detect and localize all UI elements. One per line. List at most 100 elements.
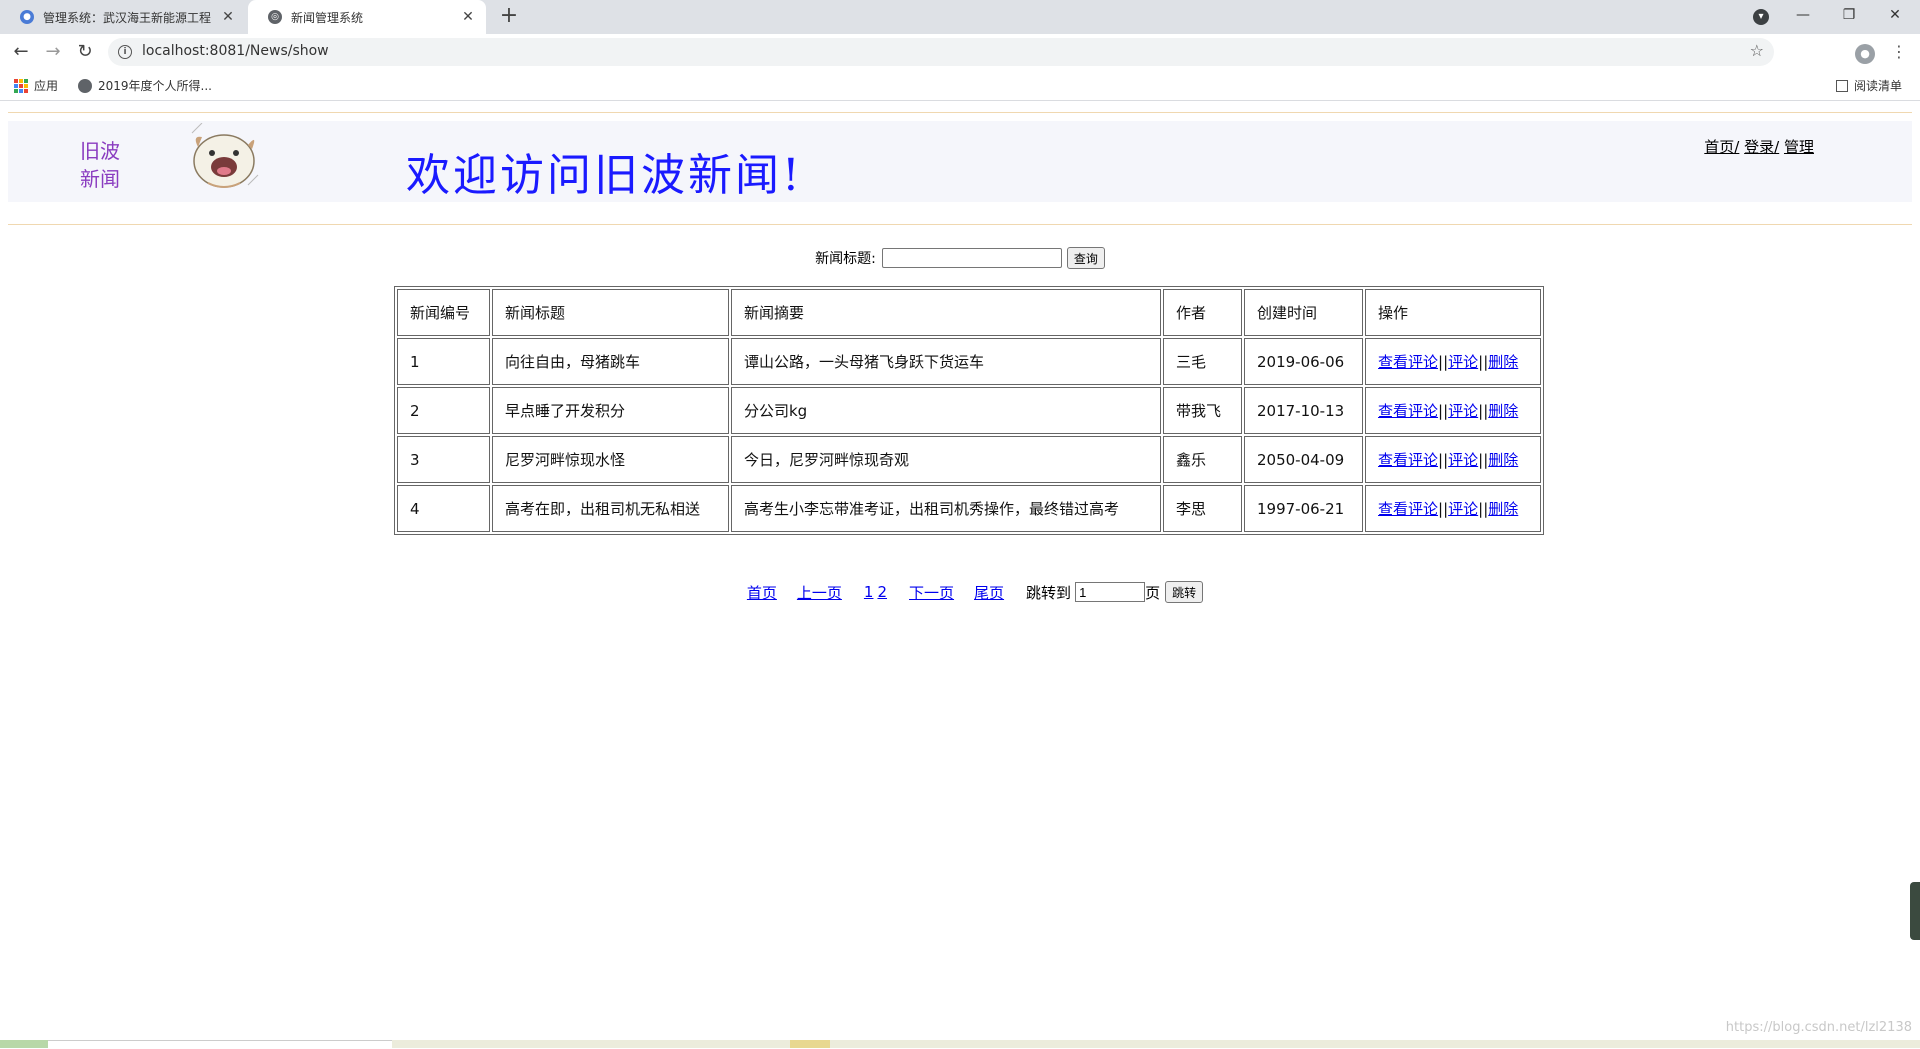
comment-link[interactable]: 评论	[1448, 451, 1478, 469]
column-header: 新闻编号	[397, 289, 490, 336]
search-input[interactable]	[881, 248, 1062, 268]
cell-author: 带我飞	[1163, 387, 1242, 434]
first-page-link[interactable]: 首页	[747, 582, 777, 603]
action-separator: ||	[1478, 402, 1489, 420]
tab-news-system[interactable]: ◎ 新闻管理系统 ✕	[248, 0, 486, 34]
bookmark-star-icon[interactable]: ☆	[1750, 41, 1764, 60]
side-panel-handle[interactable]	[1910, 882, 1920, 940]
cell-id: 4	[397, 485, 490, 532]
taskbar-item[interactable]	[790, 1040, 830, 1048]
column-header: 创建时间	[1244, 289, 1363, 336]
os-taskbar	[0, 1040, 1920, 1049]
close-icon[interactable]: ✕	[460, 9, 476, 25]
site-header: 旧波 新闻 欢迎访问旧波新闻! 首页/ 登录/ 管理	[8, 121, 1912, 202]
cell-created: 2050-04-09	[1244, 436, 1363, 483]
pagination: 首页 上一页 12 下一页 尾页 跳转到 页 跳转	[0, 581, 1920, 603]
prev-page-link[interactable]: 上一页	[797, 582, 842, 603]
taskbar-item[interactable]	[0, 1040, 48, 1048]
view-comments-link[interactable]: 查看评论	[1378, 402, 1438, 420]
site-logo-text: 旧波 新闻	[70, 137, 130, 193]
address-bar[interactable]: i localhost:8081/News/show ☆	[108, 38, 1774, 66]
menu-kebab-icon[interactable]: ⋮	[1886, 39, 1912, 65]
comment-link[interactable]: 评论	[1448, 402, 1478, 420]
welcome-banner: 欢迎访问旧波新闻!	[406, 150, 803, 201]
cell-id: 2	[397, 387, 490, 434]
page-jump-input[interactable]	[1075, 582, 1146, 602]
view-comments-link[interactable]: 查看评论	[1378, 353, 1438, 371]
action-separator: ||	[1478, 500, 1489, 518]
nav-login-link[interactable]: 登录/	[1744, 138, 1779, 156]
news-table: 新闻编号 新闻标题 新闻摘要 作者 创建时间 操作 1 向往自由，母猪跳车 谭山…	[394, 286, 1544, 535]
action-separator: ||	[1478, 353, 1489, 371]
close-window-button[interactable]: ✕	[1872, 0, 1918, 34]
column-header: 操作	[1365, 289, 1541, 336]
logo-line: 新闻	[80, 167, 120, 191]
cell-actions: 查看评论||评论||删除	[1365, 387, 1541, 434]
close-icon[interactable]: ✕	[220, 9, 236, 25]
table-row: 2 早点睡了开发积分 分公司kg 带我飞 2017-10-13 查看评论||评论…	[397, 387, 1541, 434]
action-separator: ||	[1438, 451, 1449, 469]
new-tab-button[interactable]: +	[496, 4, 522, 30]
url-text: localhost:8081/News/show	[142, 43, 329, 59]
logo-line: 旧波	[80, 139, 120, 163]
cell-created: 2017-10-13	[1244, 387, 1363, 434]
search-button[interactable]: 查询	[1066, 247, 1105, 269]
cell-summary: 分公司kg	[731, 387, 1161, 434]
search-bar: 新闻标题: 查询	[0, 247, 1920, 269]
top-nav: 首页/ 登录/ 管理	[1704, 136, 1814, 157]
delete-link[interactable]: 删除	[1488, 353, 1518, 371]
action-separator: ||	[1478, 451, 1489, 469]
cell-summary: 谭山公路，一头母猪飞身跃下货运车	[731, 338, 1161, 385]
bookmark-tax[interactable]: 2019年度个人所得...	[78, 77, 212, 94]
minimize-button[interactable]: —	[1780, 0, 1826, 34]
cell-id: 1	[397, 338, 490, 385]
comment-link[interactable]: 评论	[1448, 500, 1478, 518]
divider	[8, 224, 1912, 225]
jump-button[interactable]: 跳转	[1165, 581, 1204, 603]
restore-button[interactable]: ❐	[1826, 0, 1872, 34]
nav-admin-link[interactable]: 管理	[1784, 138, 1814, 156]
globe-icon: ◎	[268, 10, 282, 24]
site-favicon-icon: ●	[20, 10, 34, 24]
view-comments-link[interactable]: 查看评论	[1378, 451, 1438, 469]
bookmark-label: 2019年度个人所得...	[98, 79, 212, 93]
cell-summary: 高考生小李忘带准考证，出租司机秀操作，最终错过高考	[731, 485, 1161, 532]
next-page-link[interactable]: 下一页	[909, 582, 954, 603]
action-separator: ||	[1438, 353, 1449, 371]
bookmark-label: 应用	[34, 79, 59, 93]
poro-mascot-image	[191, 123, 259, 188]
apps-icon	[14, 78, 28, 93]
cell-title: 尼罗河畔惊现水怪	[492, 436, 729, 483]
delete-link[interactable]: 删除	[1488, 402, 1518, 420]
back-arrow-icon[interactable]: ←	[8, 39, 34, 65]
cell-summary: 今日，尼罗河畔惊现奇观	[731, 436, 1161, 483]
cell-author: 李思	[1163, 485, 1242, 532]
delete-link[interactable]: 删除	[1488, 451, 1518, 469]
tab-search-button[interactable]: ▾	[1746, 0, 1776, 34]
page-numbers: 12	[862, 583, 889, 601]
bookmark-apps[interactable]: 应用	[14, 77, 58, 94]
divider	[8, 112, 1912, 113]
cell-created: 2019-06-06	[1244, 338, 1363, 385]
table-row: 3 尼罗河畔惊现水怪 今日，尼罗河畔惊现奇观 鑫乐 2050-04-09 查看评…	[397, 436, 1541, 483]
profile-avatar[interactable]: ●	[1852, 39, 1878, 65]
action-separator: ||	[1438, 500, 1449, 518]
forward-arrow-icon[interactable]: →	[40, 39, 66, 65]
tab-admin-system[interactable]: ● 管理系统：武汉海王新能源工程 ✕	[0, 0, 246, 34]
tab-title: 新闻管理系统	[291, 10, 364, 25]
delete-link[interactable]: 删除	[1488, 500, 1518, 518]
view-comments-link[interactable]: 查看评论	[1378, 500, 1438, 518]
reload-icon[interactable]: ↻	[72, 39, 98, 65]
page-number-link[interactable]: 1	[864, 583, 874, 601]
info-icon[interactable]: i	[118, 45, 132, 59]
reading-list-button[interactable]: 阅读清单	[1836, 77, 1902, 94]
page-number-link[interactable]: 2	[877, 583, 887, 601]
last-page-link[interactable]: 尾页	[974, 582, 1004, 603]
cell-author: 鑫乐	[1163, 436, 1242, 483]
comment-link[interactable]: 评论	[1448, 353, 1478, 371]
person-icon: ●	[1855, 44, 1875, 64]
nav-home-link[interactable]: 首页/	[1704, 138, 1739, 156]
column-header: 新闻摘要	[731, 289, 1161, 336]
cell-actions: 查看评论||评论||删除	[1365, 338, 1541, 385]
page-content: 旧波 新闻 欢迎访问旧波新闻! 首页/ 登录/ 管理 新闻标题: 查询 新闻编号…	[0, 101, 1920, 1040]
